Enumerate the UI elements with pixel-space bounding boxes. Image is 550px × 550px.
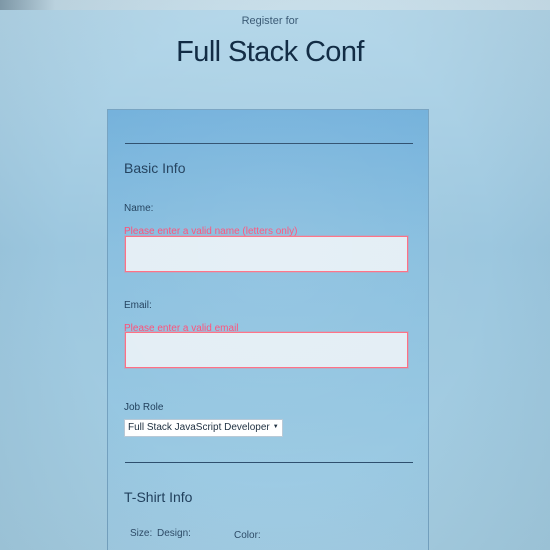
chevron-down-icon: ▼: [272, 424, 279, 430]
color-label: Color:: [234, 530, 261, 541]
name-label: Name:: [124, 203, 154, 214]
name-input[interactable]: [125, 236, 408, 272]
tshirt-info-heading: T-Shirt Info: [124, 489, 193, 505]
size-label: Size:: [130, 528, 153, 539]
section-divider-top: [125, 143, 413, 144]
section-divider-middle: [125, 462, 413, 463]
job-role-selected-value: Full Stack JavaScript Developer: [128, 422, 270, 433]
job-role-select[interactable]: Full Stack JavaScript Developer ▼: [124, 419, 283, 437]
page-subtitle: Register for: [241, 15, 299, 27]
browser-chrome-strip: [0, 0, 550, 10]
job-role-label: Job Role: [124, 402, 164, 413]
basic-info-heading: Basic Info: [124, 160, 186, 176]
design-label: Design:: [157, 528, 191, 539]
email-label: Email:: [124, 300, 152, 311]
registration-form: Basic Info Name: Please enter a valid na…: [108, 110, 428, 550]
page-title: Full Stack Conf: [176, 36, 364, 68]
email-input[interactable]: [125, 332, 408, 368]
